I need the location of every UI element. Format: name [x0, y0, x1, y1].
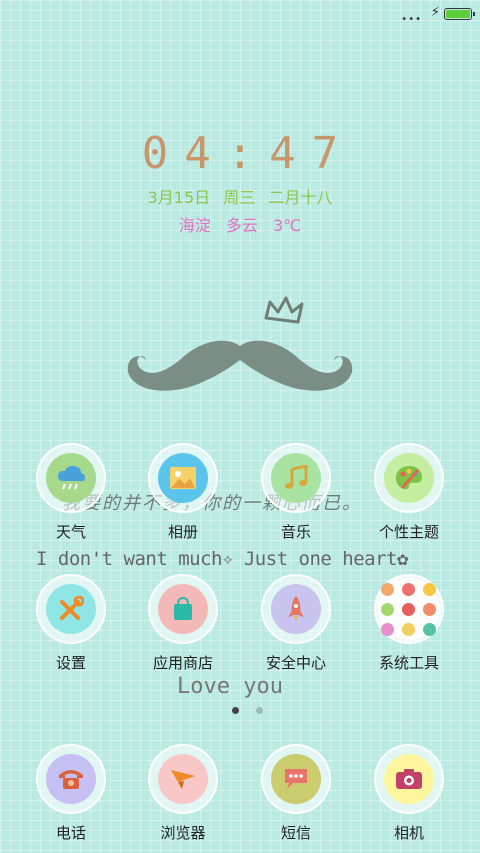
gallery-icon: [158, 453, 208, 503]
notification-dots: •••: [401, 14, 422, 25]
phone-icon: [46, 754, 96, 804]
app-system-tools-folder[interactable]: 系统工具: [359, 574, 459, 673]
app-label: 天气: [55, 523, 86, 541]
status-bar: ••• ⚡: [0, 0, 480, 28]
app-label: 相册: [167, 523, 198, 541]
wallpaper-quote-en: I don't want much✧ Just one heart✿: [36, 548, 408, 570]
camera-icon: [384, 754, 434, 804]
app-label: 音乐: [280, 523, 311, 541]
app-label: 应用商店: [152, 654, 213, 672]
page-dot[interactable]: [256, 707, 264, 714]
lunar-date-text: 二月十八: [268, 188, 333, 207]
app-weather[interactable]: 天气: [21, 443, 121, 542]
app-label: 相机: [393, 824, 424, 842]
weekday-text: 周三: [223, 188, 256, 207]
dock-phone[interactable]: 电话: [21, 744, 121, 843]
app-music[interactable]: 音乐: [246, 443, 346, 542]
app-label: 安全中心: [265, 654, 326, 672]
date-text: 3月15日: [147, 188, 211, 207]
app-settings[interactable]: 设置: [21, 574, 121, 673]
dock-camera[interactable]: 相机: [359, 744, 459, 843]
temperature-text: 3℃: [273, 216, 302, 235]
app-gallery[interactable]: 相册: [133, 443, 233, 542]
settings-tools-icon: [46, 584, 96, 634]
app-store[interactable]: 应用商店: [133, 574, 233, 673]
dock-messages[interactable]: 短信: [246, 744, 346, 843]
rocket-icon: [271, 584, 321, 634]
folder-icon: [378, 578, 440, 640]
clock-time[interactable]: 04:47: [0, 128, 480, 179]
battery-icon: [444, 8, 475, 20]
theme-palette-icon: [384, 453, 434, 503]
app-label: 设置: [55, 654, 86, 672]
weather-rain-icon: [46, 453, 96, 503]
music-note-icon: [271, 453, 321, 503]
app-security[interactable]: 安全中心: [246, 574, 346, 673]
date-line[interactable]: 3月15日 周三 二月十八: [0, 184, 480, 208]
page-dot-active[interactable]: [232, 707, 239, 714]
mustache-crown-graphic: [127, 296, 353, 391]
charging-icon: ⚡: [430, 5, 440, 20]
app-themes[interactable]: 个性主题: [359, 443, 459, 542]
app-label: 系统工具: [378, 654, 439, 672]
wallpaper-love-text: Love you: [177, 674, 283, 699]
app-label: 个性主题: [378, 523, 439, 541]
app-label: 短信: [280, 824, 311, 842]
app-label: 电话: [55, 824, 86, 842]
paper-plane-icon: [158, 754, 208, 804]
weather-line[interactable]: 海淀 多云 3℃: [0, 212, 480, 236]
dock-browser[interactable]: 浏览器: [133, 744, 233, 843]
page-indicator[interactable]: [226, 699, 269, 718]
weather-text: 多云: [225, 216, 258, 235]
shopping-bag-icon: [158, 584, 208, 634]
app-label: 浏览器: [160, 824, 206, 842]
message-icon: [271, 754, 321, 804]
location-text: 海淀: [178, 216, 211, 235]
